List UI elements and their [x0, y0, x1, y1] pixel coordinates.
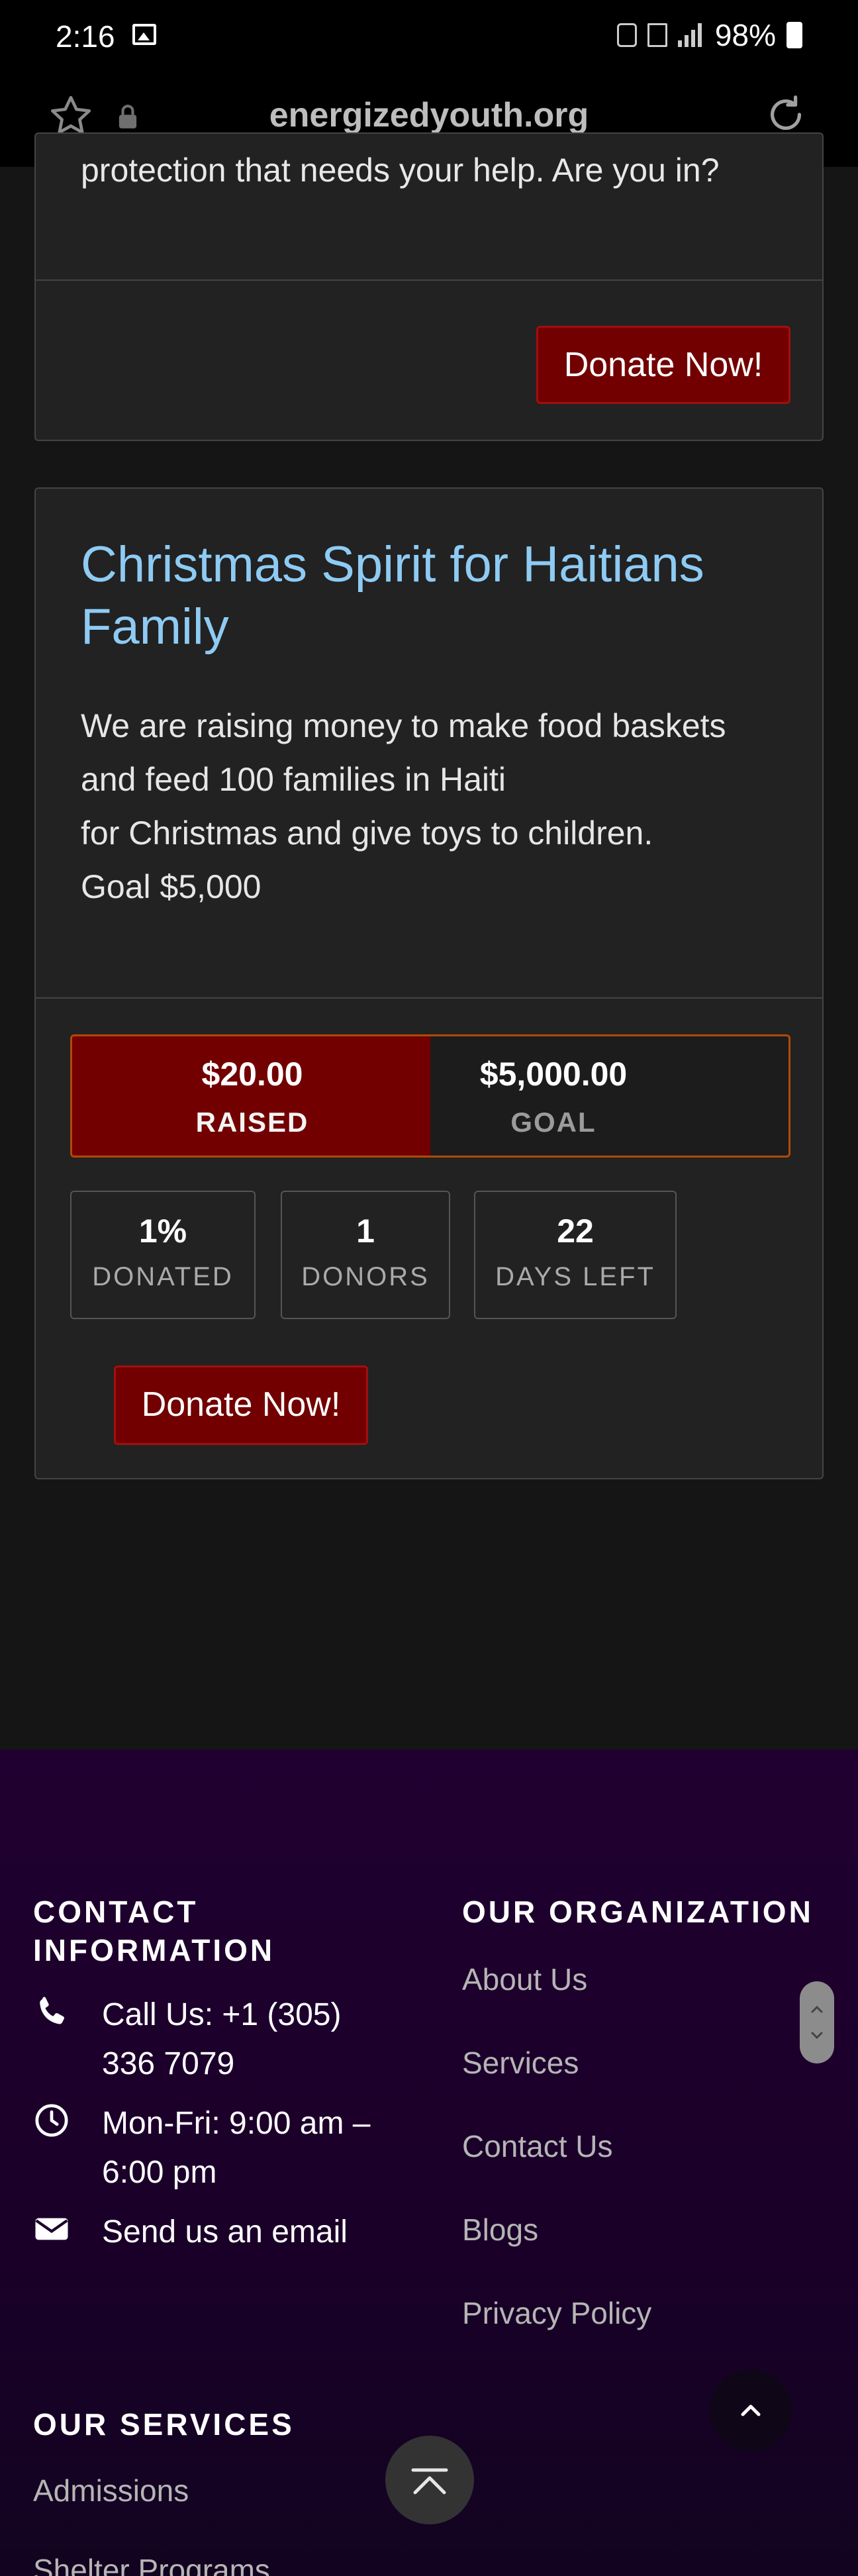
signal-icon: [677, 23, 704, 47]
raised-amount: $20.00: [201, 1056, 303, 1093]
stat-days-left: 22 DAYS LEFT: [474, 1191, 677, 1319]
goal-amount-block: $5,000.00 GOAL: [432, 1036, 675, 1156]
organization-heading: OUR ORGANIZATION: [462, 1895, 814, 1929]
goal-amount: $5,000.00: [479, 1056, 628, 1093]
stat-donors: 1 DONORS: [281, 1191, 450, 1319]
envelope-icon: [35, 2218, 68, 2240]
contact-text: Call Us: +1 (305) 336 7079: [102, 1997, 342, 2081]
footer-link-services[interactable]: Services: [462, 2045, 579, 2081]
contact-text: Mon-Fri: 9:00 am – 6:00 pm: [102, 2106, 371, 2190]
battery-percentage: 98%: [714, 18, 776, 52]
donate-now-button[interactable]: Donate Now!: [536, 326, 790, 404]
description-line: Goal $5,000: [81, 868, 262, 905]
campaign-description: protection that needs your help. Are you…: [81, 152, 720, 189]
goal-label: GOAL: [510, 1107, 596, 1138]
status-indicators: 98%: [616, 17, 802, 53]
footer-link-about-us[interactable]: About Us: [462, 1961, 587, 1997]
status-bar: 2:16 98%: [0, 0, 858, 73]
donate-now-button[interactable]: Donate Now!: [114, 1365, 368, 1445]
raised-label: RAISED: [195, 1107, 309, 1138]
stat-value: 22: [557, 1213, 594, 1250]
stat-value: 1%: [138, 1213, 187, 1250]
footer-link-contact-us[interactable]: Contact Us: [462, 2128, 613, 2164]
alarm-icon: [616, 23, 637, 47]
footer-link-admissions[interactable]: Admissions: [33, 2473, 189, 2508]
url-field[interactable]: energizedyouth.org: [0, 95, 858, 135]
battery-icon: [787, 22, 802, 48]
stat-value: 1: [356, 1213, 375, 1250]
data-icon: [647, 23, 667, 47]
footer-link-privacy-policy[interactable]: Privacy Policy: [462, 2295, 651, 2331]
scroll-arrows-icon: [811, 2005, 823, 2040]
stat-label: DONORS: [301, 1262, 430, 1291]
fundraising-progress-bar: $20.00 RAISED $5,000.00 GOAL: [70, 1034, 790, 1158]
phone-icon: [40, 1997, 64, 2024]
scrollbar-thumb[interactable]: [800, 1981, 834, 2063]
clock-icon: [35, 2104, 68, 2137]
raised-amount-block: $20.00 RAISED: [72, 1036, 432, 1156]
chevron-up-icon: [741, 2404, 761, 2416]
contact-heading: CONTACT INFORMATION: [33, 1895, 275, 1967]
campaign-card: Christmas Spirit for Haitians Family We …: [34, 487, 824, 1479]
stat-donated: 1% DONATED: [70, 1191, 256, 1319]
services-heading: OUR SERVICES: [33, 2407, 295, 2442]
back-to-top-button[interactable]: [710, 2369, 792, 2452]
footer-link-shelter-programs[interactable]: Shelter Programs: [33, 2552, 270, 2576]
footer-link-blogs[interactable]: Blogs: [462, 2212, 538, 2248]
image-notification-icon: [132, 24, 156, 45]
campaign-card: protection that needs your help. Are you…: [34, 132, 824, 441]
reload-icon[interactable]: [763, 91, 809, 138]
description-line: for Christmas and give toys to children.: [81, 815, 653, 852]
scroll-to-top-button[interactable]: [385, 2436, 474, 2524]
campaign-title[interactable]: Christmas Spirit for Haitians Family: [81, 534, 783, 658]
campaign-description: We are raising money to make food basket…: [81, 699, 796, 914]
stat-label: DONATED: [92, 1262, 234, 1291]
description-line: and feed 100 families in Haiti: [81, 761, 506, 798]
divider: [36, 279, 822, 281]
contact-text: Send us an email: [102, 2214, 348, 2250]
scroll-top-icon: [411, 2468, 448, 2495]
stat-label: DAYS LEFT: [495, 1262, 655, 1291]
divider: [36, 997, 822, 999]
description-line: We are raising money to make food basket…: [81, 707, 726, 744]
status-time: 2:16: [56, 19, 115, 54]
